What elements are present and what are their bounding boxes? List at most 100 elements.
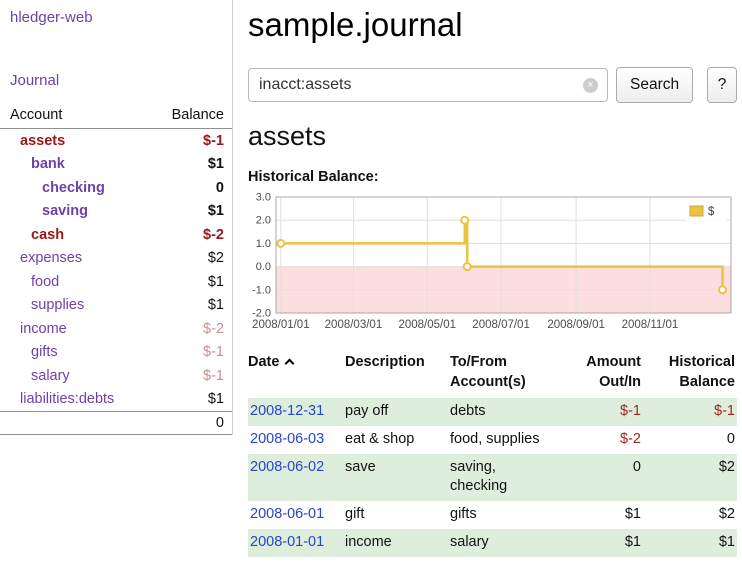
transaction-date-cell: 2008-06-03 [248,426,345,454]
y-tick-label: -1.0 [252,284,271,296]
account-row: liabilities:debts $1 [0,388,232,412]
column-header-accounts: To/From Account(s) [450,351,565,398]
transaction-amount: $-2 [565,426,643,454]
account-heading: assets [248,121,737,152]
transaction-date-link[interactable]: 2008-12-31 [250,403,324,419]
account-row: income $-2 [0,317,232,341]
account-link[interactable]: bank [0,156,65,172]
account-link[interactable]: expenses [0,250,82,266]
account-row: food $1 [0,270,232,294]
legend-swatch [690,206,703,216]
transaction-description: eat & shop [345,426,450,454]
account-link[interactable]: supplies [0,297,84,313]
transaction-balance: $-1 [643,398,737,426]
account-row: bank $1 [0,153,232,177]
account-balance: $2 [208,250,224,266]
transaction-accounts: debts [450,398,565,426]
legend-label: $ [708,206,715,218]
accounts-table-header: Account Balance [0,105,232,129]
account-link[interactable]: assets [0,133,65,149]
transaction-amount: $-1 [565,398,643,426]
account-link[interactable]: saving [0,203,88,219]
total-balance: 0 [216,415,224,431]
transaction-accounts-line: checking [450,477,565,496]
accounts-total-row: 0 [0,411,232,435]
account-row: checking0 [0,176,232,200]
app-title-link[interactable]: hledger-web [10,9,232,26]
transaction-date-link[interactable]: 2008-06-02 [250,459,324,475]
register-row: 2008-06-02savesaving,checking0$2 [248,454,737,501]
data-point-marker [464,263,471,270]
chart-title-label: Historical Balance: [248,169,737,185]
data-point-marker [461,217,468,224]
transaction-amount: $1 [565,529,643,557]
page-title: sample.journal [248,6,737,44]
account-column-label: Account [10,107,62,123]
account-balance: $1 [208,391,224,407]
column-balance-label-line1: Historical [643,352,735,372]
sidebar: hledger-web Journal Account Balance asse… [0,0,233,435]
account-link[interactable]: cash [0,227,64,243]
search-input[interactable] [248,68,608,102]
column-date-label: Date [248,354,279,370]
main-content: sample.journal × Search ? assets Histori… [248,0,737,557]
transaction-description: pay off [345,398,450,426]
transaction-accounts: salary [450,529,565,557]
transaction-accounts-line: food, supplies [450,430,565,449]
column-amount-label-line2: Out/In [565,372,641,392]
transaction-amount: $1 [565,501,643,529]
account-balance: $1 [208,274,224,290]
x-tick-label: 2008/09/01 [547,319,605,331]
column-balance-label-line2: Balance [643,372,735,392]
accounts-table: Account Balance assets$-1bank$1checking0… [0,105,232,435]
column-header-date[interactable]: Date [248,351,345,398]
account-link[interactable]: food [0,274,59,290]
register-row: 2008-06-01giftgifts$1$2 [248,501,737,529]
account-row: assets$-1 [0,129,232,153]
account-balance: $-2 [203,321,224,337]
sidebar-item-journal[interactable]: Journal [10,72,232,89]
search-button[interactable]: Search [616,67,693,103]
transaction-accounts: gifts [450,501,565,529]
transaction-date-link[interactable]: 2008-06-03 [250,431,324,447]
transaction-accounts-line: gifts [450,505,565,524]
historical-balance-chart: 3.02.01.00.0-1.0-2.02008/01/012008/03/01… [248,193,737,333]
transaction-date-link[interactable]: 2008-01-01 [250,534,324,550]
y-tick-label: -2.0 [252,308,271,320]
clear-search-icon[interactable]: × [583,78,598,93]
column-accounts-label-line2: Account(s) [450,372,565,392]
transaction-balance: $1 [643,529,737,557]
account-balance: $-1 [203,368,224,384]
transaction-accounts-line: saving, [450,458,565,477]
x-tick-label: 2008/01/01 [252,319,310,331]
transaction-balance: $2 [643,454,737,501]
account-balance: $1 [208,297,224,313]
register-row: 2008-01-01incomesalary$1$1 [248,529,737,557]
account-link[interactable]: checking [0,180,105,196]
y-tick-label: 0.0 [256,261,271,273]
account-link[interactable]: liabilities:debts [0,391,114,407]
account-balance: $1 [208,156,224,172]
x-tick-label: 2008/05/01 [398,319,456,331]
transaction-accounts-line: debts [450,402,565,421]
transaction-date-link[interactable]: 2008-06-01 [250,506,324,522]
register-row: 2008-12-31pay offdebts$-1$-1 [248,398,737,426]
account-link[interactable]: income [0,321,67,337]
sort-ascending-icon [285,359,295,369]
account-row: supplies $1 [0,294,232,318]
transaction-description: gift [345,501,450,529]
transaction-balance: 0 [643,426,737,454]
transaction-description: save [345,454,450,501]
balance-column-label: Balance [172,107,224,123]
help-button[interactable]: ? [707,67,737,103]
register-header-row: Date Description To/From Account(s) Amou… [248,351,737,398]
account-balance: $-1 [203,344,224,360]
data-point-marker [719,286,726,293]
account-link[interactable]: gifts [0,344,58,360]
register-table: Date Description To/From Account(s) Amou… [248,351,737,557]
account-row: expenses $2 [0,247,232,271]
account-row: gifts $-1 [0,341,232,365]
account-link[interactable]: salary [0,368,70,384]
search-form: × Search ? [248,67,737,103]
transaction-accounts: saving,checking [450,454,565,501]
